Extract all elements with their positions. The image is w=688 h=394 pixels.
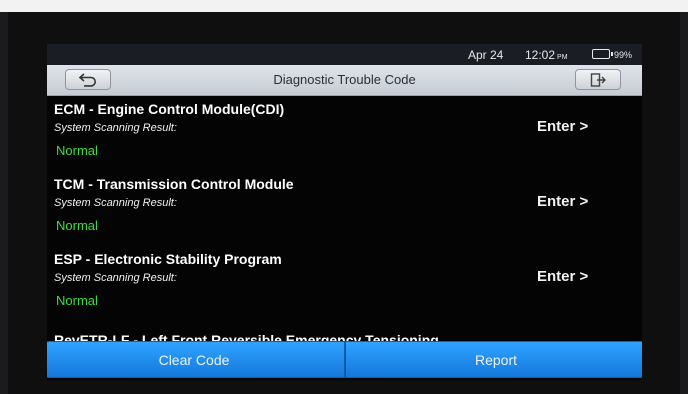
system-scan-label: System Scanning Result: xyxy=(54,122,177,134)
system-title: RevETR-LF - Left Front Reversible Emerge… xyxy=(54,332,439,341)
report-button[interactable]: Report xyxy=(345,341,642,378)
device-screen: Apr 24 12:02 PM 99% Diagnostic Trouble Co… xyxy=(47,44,642,380)
system-scan-label: System Scanning Result: xyxy=(54,272,177,284)
battery-percent: 99% xyxy=(614,50,633,60)
battery-icon xyxy=(592,49,613,59)
system-title: TCM - Transmission Control Module xyxy=(54,176,294,192)
status-bar: Apr 24 12:02 PM 99% xyxy=(47,44,642,65)
system-row-revetr-lf[interactable]: RevETR-LF - Left Front Reversible Emerge… xyxy=(47,332,642,341)
system-title: ECM - Engine Control Module(CDI) xyxy=(54,101,285,117)
title-bar: Diagnostic Trouble Code xyxy=(47,65,642,96)
system-row-tcm[interactable]: TCM - Transmission Control Module System… xyxy=(47,170,642,245)
enter-button-esp[interactable]: Enter > xyxy=(537,268,588,285)
system-row-esp[interactable]: ESP - Electronic Stability Program Syste… xyxy=(47,245,642,320)
exit-door-icon xyxy=(590,72,606,87)
system-list: ECM - Engine Control Module(CDI) System … xyxy=(47,95,642,341)
status-ampm: PM xyxy=(557,54,568,61)
enter-button-tcm[interactable]: Enter > xyxy=(537,193,588,210)
system-title: ESP - Electronic Stability Program xyxy=(54,251,282,267)
top-bezel xyxy=(0,0,688,12)
system-scan-label: System Scanning Result: xyxy=(54,197,177,209)
clear-code-button[interactable]: Clear Code xyxy=(47,341,345,378)
status-date: Apr 24 xyxy=(468,48,504,62)
system-row-ecm[interactable]: ECM - Engine Control Module(CDI) System … xyxy=(47,95,642,170)
system-status: Normal xyxy=(56,293,98,308)
system-status: Normal xyxy=(56,218,98,233)
action-bar: Clear Code Report xyxy=(47,341,642,380)
exit-button[interactable] xyxy=(575,69,621,90)
system-status: Normal xyxy=(56,143,98,158)
enter-button-ecm[interactable]: Enter > xyxy=(537,118,588,135)
page-title: Diagnostic Trouble Code xyxy=(273,72,416,87)
status-time: 12:02 PM xyxy=(525,48,568,62)
